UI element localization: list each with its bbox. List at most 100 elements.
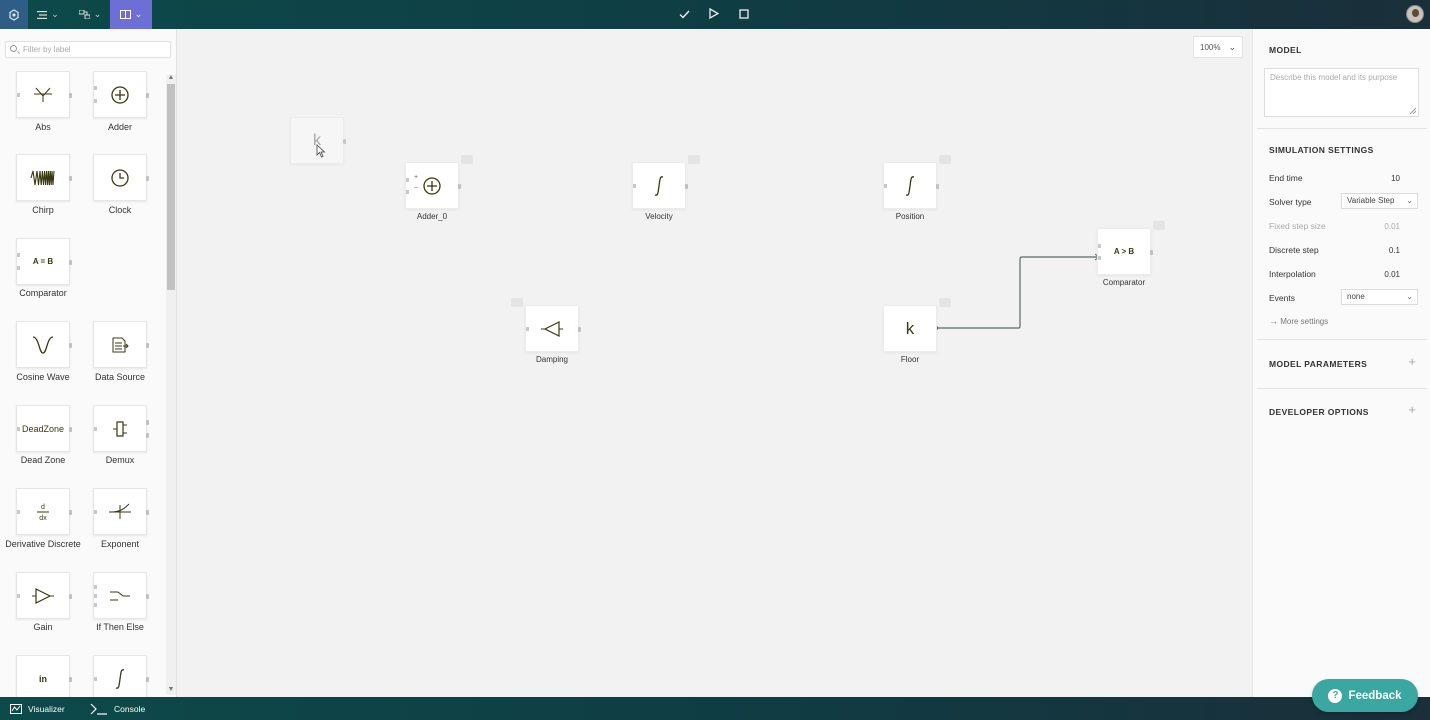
node-velocity[interactable]: [632, 155, 700, 209]
avatar[interactable]: [1406, 5, 1424, 23]
palette-block-label: Exponent: [100, 539, 140, 549]
filter-placeholder: Filter by label: [23, 45, 71, 54]
palette-block-abs[interactable]: [16, 71, 72, 118]
palette-block-label: Clock: [108, 205, 132, 215]
demux-icon: [113, 420, 127, 437]
chevron-down-icon: ⌄: [1406, 292, 1413, 301]
console-icon: [90, 703, 107, 715]
chevron-down-icon: ⌄: [51, 9, 59, 19]
top-bar: ⌄ ⌄ ⌄: [0, 0, 1430, 29]
help-icon: ?: [1328, 688, 1343, 703]
model-description-field[interactable]: Describe this model and its purpose: [1264, 68, 1419, 117]
feedback-label: Feedback: [1348, 689, 1402, 702]
check-icon: [679, 8, 690, 22]
interpolation-label: Interpolation: [1269, 269, 1316, 279]
palette-block-label: Comparator: [19, 288, 67, 298]
palette-scroll-thumb[interactable]: [167, 84, 175, 290]
palette-block-comparator[interactable]: A = B: [16, 238, 72, 285]
node-adder-0[interactable]: + −: [405, 155, 473, 209]
simulation-settings-title: SIMULATION SETTINGS: [1269, 145, 1374, 155]
node-tag: [461, 155, 473, 164]
node-tag: [939, 298, 951, 307]
gain-reversed-icon: [541, 320, 563, 337]
resize-handle-icon[interactable]: [1410, 108, 1416, 114]
palette-block-label: Abs: [35, 122, 51, 132]
palette-block-inport[interactable]: in: [16, 655, 72, 697]
scroll-up-icon[interactable]: ▲: [167, 74, 175, 82]
palette-block-derivative-discrete[interactable]: d dx: [16, 488, 72, 535]
model-menu-button[interactable]: ⌄: [73, 0, 107, 29]
derivative-icon: d dx: [37, 504, 49, 522]
run-button[interactable]: [706, 0, 722, 29]
add-parameter-icon[interactable]: +: [1408, 354, 1416, 369]
palette-block-label: Cosine Wave: [16, 372, 70, 382]
book-icon: [119, 8, 131, 22]
chirp-icon: [30, 170, 55, 185]
palette-block-adder[interactable]: [93, 71, 149, 118]
divider: [1257, 339, 1427, 340]
node-tag: [688, 155, 700, 164]
node-tag: [511, 298, 523, 307]
solver-type-select[interactable]: Variable Step ⌄: [1341, 193, 1418, 209]
palette-block-label: Dead Zone: [20, 455, 66, 465]
dragged-constant-block[interactable]: k: [290, 117, 346, 164]
search-icon: [10, 45, 17, 52]
menu-icon: [37, 8, 48, 22]
adder-plus-sign: +: [414, 174, 419, 181]
palette-block-cosine-wave[interactable]: [16, 321, 72, 368]
palette-block-dead-zone[interactable]: DeadZone: [16, 405, 72, 452]
console-tab[interactable]: Console: [90, 697, 145, 720]
palette-block-label: Data Source: [94, 372, 146, 382]
arrow-right-icon: →: [1269, 316, 1278, 326]
model-section-title: MODEL: [1269, 45, 1302, 55]
chevron-down-icon: ⌄: [134, 9, 143, 19]
palette-block-exponent[interactable]: [93, 488, 149, 535]
visualizer-label: Visualizer: [28, 703, 65, 714]
model-canvas[interactable]: 100% ⌄ k + − Adder_0 Velocity Position A…: [177, 29, 1250, 697]
discrete-step-input[interactable]: 0.1: [1389, 246, 1400, 255]
end-time-input[interactable]: 10: [1391, 174, 1400, 183]
palette-block-chirp[interactable]: [16, 154, 72, 201]
node-position[interactable]: [883, 155, 951, 209]
palette-block-clock[interactable]: [93, 154, 149, 201]
adder-icon: [423, 176, 441, 195]
node-label-velocity: Velocity: [645, 212, 673, 221]
library-button[interactable]: ⌄: [110, 0, 152, 29]
palette-block-if-then-else[interactable]: [93, 572, 149, 619]
palette-block-demux[interactable]: [93, 405, 149, 452]
palette-block-label: Chirp: [32, 205, 54, 215]
node-floor[interactable]: k: [883, 298, 951, 352]
events-value: none: [1347, 292, 1365, 301]
expand-developer-options-icon[interactable]: +: [1408, 402, 1416, 417]
stop-icon: [739, 8, 749, 22]
events-select[interactable]: none ⌄: [1341, 289, 1418, 305]
feedback-button[interactable]: ? Feedback: [1312, 679, 1418, 712]
node-comparator[interactable]: A > B: [1097, 221, 1165, 275]
abs-icon: [34, 87, 52, 102]
divider: [1257, 388, 1427, 389]
palette-block-data-source[interactable]: [93, 321, 149, 368]
fixed-step-label: Fixed step size: [1269, 221, 1326, 231]
cosine-wave-icon: [32, 335, 54, 354]
node-damping[interactable]: [511, 298, 581, 352]
data-source-icon: [112, 337, 129, 352]
palette-block-integrator[interactable]: [93, 655, 149, 697]
bottom-bar: Visualizer Console: [0, 697, 1430, 720]
divider: [1257, 128, 1427, 129]
stop-button[interactable]: [736, 0, 752, 29]
check-button[interactable]: [676, 0, 692, 29]
logo-icon[interactable]: [0, 0, 28, 29]
visualizer-tab[interactable]: Visualizer: [10, 697, 65, 720]
end-time-label: End time: [1269, 173, 1303, 183]
dead-zone-glyph: DeadZone: [21, 423, 65, 434]
node-label-floor: Floor: [900, 355, 920, 364]
more-settings-link[interactable]: → More settings: [1269, 316, 1328, 326]
svg-text:dx: dx: [39, 515, 47, 522]
palette-block-gain[interactable]: [16, 572, 72, 619]
filter-input[interactable]: Filter by label: [5, 41, 171, 58]
menu-button[interactable]: ⌄: [33, 0, 63, 29]
node-label-damping: Damping: [535, 355, 568, 364]
block-palette: Filter by label ▲ ▼ Abs Adder Chirp Cloc…: [0, 29, 177, 697]
interpolation-input[interactable]: 0.01: [1384, 270, 1400, 279]
scroll-down-icon[interactable]: ▼: [167, 686, 175, 694]
